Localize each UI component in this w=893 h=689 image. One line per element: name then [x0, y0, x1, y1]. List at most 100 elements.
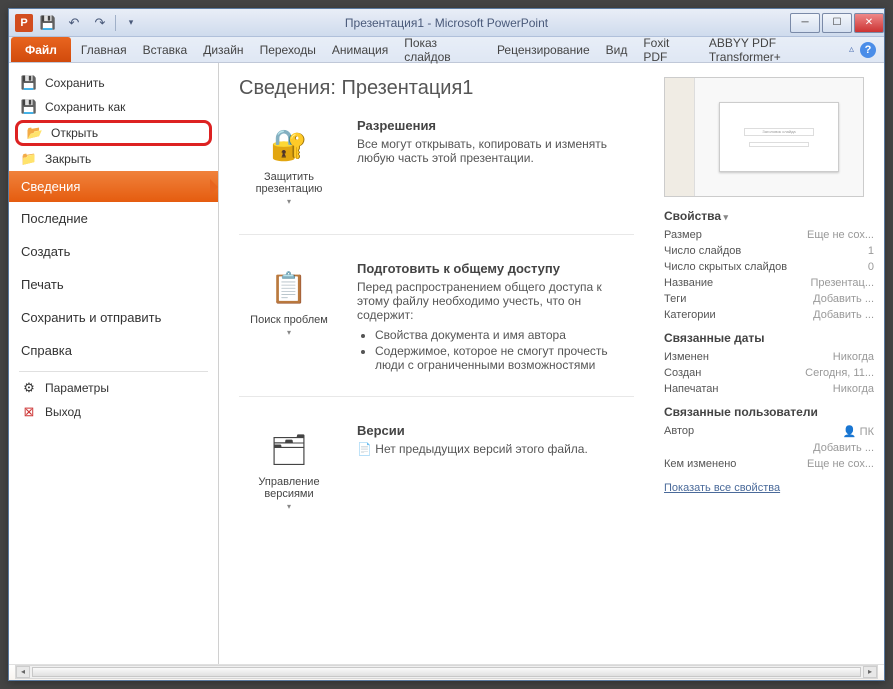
scroll-left-icon[interactable]: ◂ [16, 666, 30, 678]
thumb-sidebar [665, 78, 695, 196]
list-item: Содержимое, которое не смогут прочесть л… [375, 344, 634, 372]
minimize-button[interactable]: ─ [790, 13, 820, 33]
prop-hidden-slides: Число скрытых слайдов 0 [664, 259, 874, 275]
lock-icon: 🔐 [264, 123, 314, 167]
versions-body-text: Нет предыдущих версий этого файла. [375, 442, 588, 456]
tab-foxit[interactable]: Foxit PDF [635, 37, 701, 62]
sidebar-label: Сохранить как [45, 100, 125, 114]
tab-review[interactable]: Рецензирование [489, 37, 598, 62]
manage-versions-button[interactable]: 🗂 Управление версиями ▾ [239, 423, 339, 517]
ribbon-right: ▵ ? [849, 37, 884, 62]
properties-heading[interactable]: Свойства [664, 209, 874, 223]
prop-add-author[interactable]: Добавить ... [664, 440, 874, 456]
versions-text: Версии 📄 Нет предыдущих версий этого фай… [357, 423, 634, 517]
prop-value: 1 [868, 245, 874, 257]
info-main: Сведения: Презентация1 🔐 Защитить презен… [219, 63, 654, 664]
prop-value: Никогда [833, 351, 874, 363]
prop-value: 👤 ПК [843, 425, 874, 438]
prop-value: Добавить ... [813, 293, 874, 305]
presentation-thumbnail[interactable]: Заголовок слайда [664, 77, 864, 197]
close-button[interactable]: ✕ [854, 13, 884, 33]
sidebar-label: Параметры [45, 381, 109, 395]
sidebar-close[interactable]: 📁 Закрыть [9, 147, 218, 171]
sidebar-saveas[interactable]: 💾 Сохранить как [9, 95, 218, 119]
tab-view[interactable]: Вид [598, 37, 636, 62]
prop-label: Название [664, 277, 713, 289]
qat-dropdown-icon[interactable]: ▾ [120, 12, 142, 34]
prop-value: Добавить ... [813, 309, 874, 321]
tab-design[interactable]: Дизайн [195, 37, 251, 62]
prop-tags[interactable]: ТегиДобавить ... [664, 291, 874, 307]
prop-title[interactable]: Название Презентац... [664, 275, 874, 291]
sidebar-label: Создать [21, 244, 70, 259]
footer: ◂ ▸ [9, 664, 884, 680]
sidebar-label: Закрыть [45, 152, 91, 166]
check-issues-button[interactable]: 📋 Поиск проблем ▾ [239, 261, 339, 374]
prop-slides: Число слайдов1 [664, 243, 874, 259]
tab-file[interactable]: Файл [11, 37, 71, 62]
slide-body-placeholder [749, 142, 809, 147]
tab-slideshow[interactable]: Показ слайдов [396, 37, 489, 62]
prop-value: Презентац... [810, 277, 874, 289]
backstage-sidebar: 💾Сохранить 💾 Сохранить как 📂Открыть 📁 Закр… [9, 63, 219, 664]
sidebar-options[interactable]: ⚙Параметры [9, 376, 218, 400]
sidebar-exit[interactable]: ⊠ Выход [9, 400, 218, 424]
prop-categories[interactable]: КатегорииДобавить ... [664, 307, 874, 323]
folder-icon: 📁 [21, 151, 37, 167]
prop-value: Еще не сох... [807, 229, 874, 241]
prop-label: Напечатан [664, 383, 718, 395]
backstage: 💾Сохранить 💾 Сохранить как 📂Открыть 📁 Закр… [9, 63, 884, 664]
prop-modified: ИзмененНикогда [664, 349, 874, 365]
prop-label: Создан [664, 367, 701, 379]
help-icon[interactable]: ? [860, 42, 876, 58]
sidebar-label: Выход [45, 405, 81, 419]
tab-animations[interactable]: Анимация [324, 37, 396, 62]
show-all-properties-link[interactable]: Показать все свойства [664, 482, 780, 494]
permissions-text: Разрешения Все могут открывать, копирова… [357, 118, 634, 212]
app-window: P 💾 ↶ ↷ ▾ Презентация1 - Microsoft Power… [8, 8, 885, 681]
prop-changed-by: Кем измененоЕще не сох... [664, 456, 874, 472]
sidebar-label: Сведения [21, 179, 80, 194]
prop-created: СозданСегодня, 11... [664, 365, 874, 381]
save-icon[interactable]: 💾 [37, 12, 59, 34]
sidebar-info[interactable]: Сведения [9, 171, 218, 202]
horizontal-scrollbar[interactable]: ◂ ▸ [15, 665, 878, 679]
dates-heading: Связанные даты [664, 331, 874, 345]
section-heading: Подготовить к общему доступу [357, 261, 634, 276]
prop-label: Автор [664, 425, 694, 438]
protect-presentation-button[interactable]: 🔐 Защитить презентацию ▾ [239, 118, 339, 212]
share-issues-list: Свойства документа и имя автора Содержим… [375, 328, 634, 372]
versions-icon: 🗂 [264, 428, 314, 472]
scroll-thumb[interactable] [32, 667, 861, 677]
redo-icon[interactable]: ↷ [89, 12, 111, 34]
sidebar-new[interactable]: Создать [9, 235, 218, 268]
chevron-down-icon: ▾ [287, 502, 291, 511]
sidebar-label: Печать [21, 277, 64, 292]
saveas-icon: 💾 [21, 99, 37, 115]
prop-value: 0 [868, 261, 874, 273]
exit-icon: ⊠ [21, 404, 37, 420]
sidebar-print[interactable]: Печать [9, 268, 218, 301]
page-title: Сведения: Презентация1 [239, 77, 634, 100]
tab-insert[interactable]: Вставка [135, 37, 196, 62]
sidebar-separator [19, 371, 208, 372]
sidebar-recent[interactable]: Последние [9, 202, 218, 235]
sidebar-help[interactable]: Справка [9, 334, 218, 367]
sidebar-share[interactable]: Сохранить и отправить [9, 301, 218, 334]
maximize-button[interactable]: ☐ [822, 13, 852, 33]
app-icon: P [15, 14, 33, 32]
ribbon-minimize-icon[interactable]: ▵ [849, 44, 854, 55]
tab-home[interactable]: Главная [73, 37, 135, 62]
sidebar-open[interactable]: 📂Открыть [15, 120, 212, 146]
people-heading: Связанные пользователи [664, 405, 874, 419]
quick-access-toolbar: 💾 ↶ ↷ ▾ [37, 12, 142, 34]
scroll-right-icon[interactable]: ▸ [863, 666, 877, 678]
folder-open-icon: 📂 [27, 125, 43, 141]
tab-abbyy[interactable]: ABBYY PDF Transformer+ [701, 37, 849, 62]
prop-value: Добавить ... [813, 442, 874, 454]
sidebar-save[interactable]: 💾Сохранить [9, 71, 218, 95]
prop-author[interactable]: Автор 👤 ПК [664, 423, 874, 440]
tab-transitions[interactable]: Переходы [252, 37, 324, 62]
prop-label: Число скрытых слайдов [664, 261, 787, 273]
undo-icon[interactable]: ↶ [63, 12, 85, 34]
